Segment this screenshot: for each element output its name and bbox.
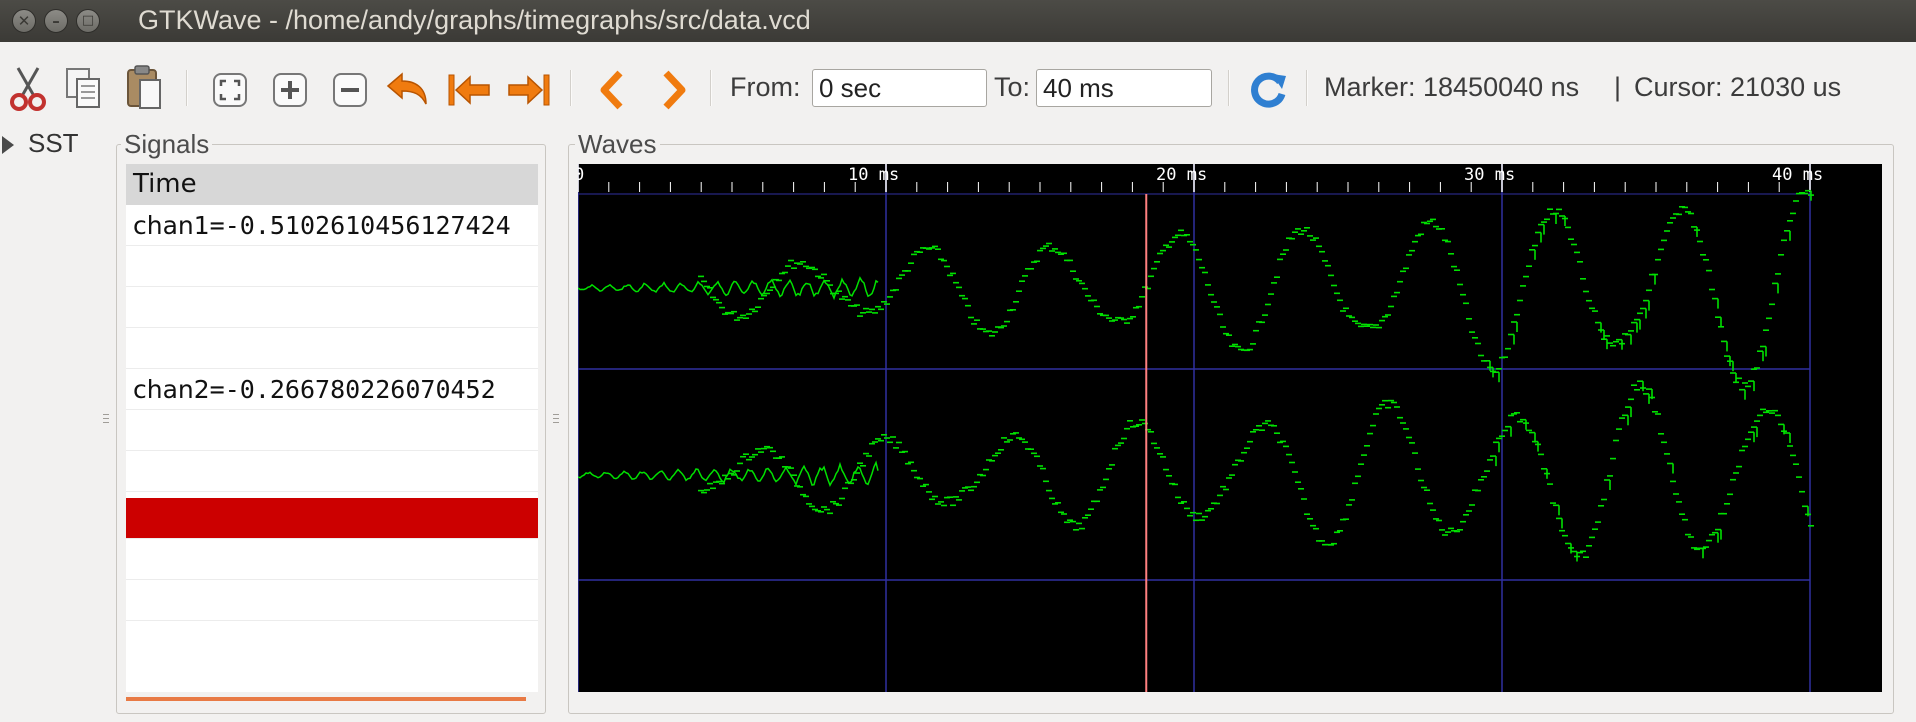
zoom-fit-icon <box>213 73 247 107</box>
waves-canvas[interactable]: 0 10 ms 20 ms 30 ms 40 ms <box>578 164 1882 692</box>
zoom-in-button[interactable] <box>272 72 308 108</box>
expander-arrow-icon[interactable] <box>2 136 14 154</box>
toolbar-separator <box>186 70 188 106</box>
waveform-display[interactable]: 0 10 ms 20 ms 30 ms 40 ms <box>578 164 1882 692</box>
paste-button[interactable] <box>124 64 164 112</box>
signal-row-blank[interactable] <box>126 410 538 451</box>
toolbar: From: To: Marker: 18450040 ns | Cursor: … <box>0 42 1916 136</box>
window-title: GTKWave - /home/andy/graphs/timegraphs/s… <box>138 5 811 35</box>
from-time-input[interactable] <box>812 69 987 107</box>
signals-header-time: Time <box>126 164 538 205</box>
zoom-to-end-button[interactable] <box>506 72 552 108</box>
signal-row-blank[interactable] <box>126 451 538 492</box>
zoom-fit-button[interactable] <box>212 72 248 108</box>
minimize-window-button[interactable]: – <box>44 9 68 33</box>
sst-tree[interactable]: SST <box>0 128 110 162</box>
undo-zoom-button[interactable] <box>384 72 430 108</box>
signals-scrollbar[interactable] <box>126 697 526 701</box>
signal-row-blank[interactable] <box>126 328 538 369</box>
signal-name: chan2 <box>133 375 210 404</box>
waves-frame-title: Waves <box>575 129 660 160</box>
undo-zoom-icon <box>386 72 427 105</box>
signal-row-blank[interactable] <box>126 580 538 621</box>
reload-icon <box>1251 72 1286 108</box>
paste-icon <box>127 65 161 109</box>
minimize-icon: – <box>52 12 60 30</box>
maximize-window-button[interactable]: □ <box>76 9 100 33</box>
cursor-readout: Cursor: 21030 us <box>1634 72 1842 102</box>
ruler-tick-label: 20 ms <box>1156 165 1207 185</box>
marker-readout: Marker: 18450040 ns <box>1324 72 1580 102</box>
waveform-trace-chan1 <box>578 276 879 301</box>
maximize-icon: □ <box>81 13 95 28</box>
ruler-tick-label: 30 ms <box>1464 165 1515 185</box>
find-previous-edge-button[interactable] <box>596 70 630 110</box>
signal-name: chan1 <box>133 211 210 240</box>
find-next-edge-button[interactable] <box>656 70 690 110</box>
zoom-in-icon <box>273 73 307 107</box>
ruler-tick-label: 0 <box>578 165 584 185</box>
zoom-to-start-icon <box>448 74 490 106</box>
from-label: From: <box>730 72 801 102</box>
reload-button[interactable] <box>1248 70 1288 110</box>
ruler-tick-label: 10 ms <box>848 165 899 185</box>
find-previous-edge-icon <box>600 70 623 110</box>
signal-row-blank[interactable] <box>126 246 538 287</box>
signal-value: =-0.266780226070452 <box>209 375 496 404</box>
ruler-tick-label: 40 ms <box>1772 165 1823 185</box>
close-window-button[interactable]: ✕ <box>12 9 36 33</box>
signal-row-blank[interactable] <box>126 287 538 328</box>
sst-label: SST <box>28 128 79 158</box>
zoom-out-button[interactable] <box>332 72 368 108</box>
toolbar-separator <box>710 70 712 106</box>
signal-row-chan2[interactable]: chan2=-0.266780226070452 <box>126 369 538 410</box>
cut-button[interactable] <box>8 66 48 112</box>
zoom-to-end-icon <box>508 74 550 106</box>
zoom-out-icon <box>333 73 367 107</box>
signal-row-blank[interactable] <box>126 539 538 580</box>
title-bar: ✕ – □ GTKWave - /home/andy/graphs/timegr… <box>0 0 1916 42</box>
toolbar-separator <box>1306 70 1308 106</box>
readout-separator: | <box>1614 72 1622 102</box>
zoom-to-start-button[interactable] <box>446 72 492 108</box>
copy-button[interactable] <box>64 66 104 112</box>
signals-frame-title: Signals <box>121 129 213 160</box>
to-time-input[interactable] <box>1036 69 1212 107</box>
pane-resize-handle[interactable] <box>553 414 559 428</box>
to-label: To: <box>994 72 1031 102</box>
pane-resize-handle[interactable] <box>103 414 109 428</box>
signals-list[interactable]: Time chan1=-0.5102610456127424 chan2=-0.… <box>126 164 538 692</box>
find-next-edge-icon <box>663 70 686 110</box>
signal-row-chan1[interactable]: chan1=-0.5102610456127424 <box>126 205 538 246</box>
signal-row-selected[interactable] <box>126 498 538 539</box>
cut-icon <box>10 67 46 111</box>
toolbar-separator <box>570 70 572 106</box>
signal-value: =-0.5102610456127424 <box>209 211 511 240</box>
gtkwave-window: ✕ – □ GTKWave - /home/andy/graphs/timegr… <box>0 0 1916 722</box>
toolbar-separator <box>1228 70 1230 106</box>
close-icon: ✕ <box>17 12 31 30</box>
copy-icon <box>66 68 100 108</box>
